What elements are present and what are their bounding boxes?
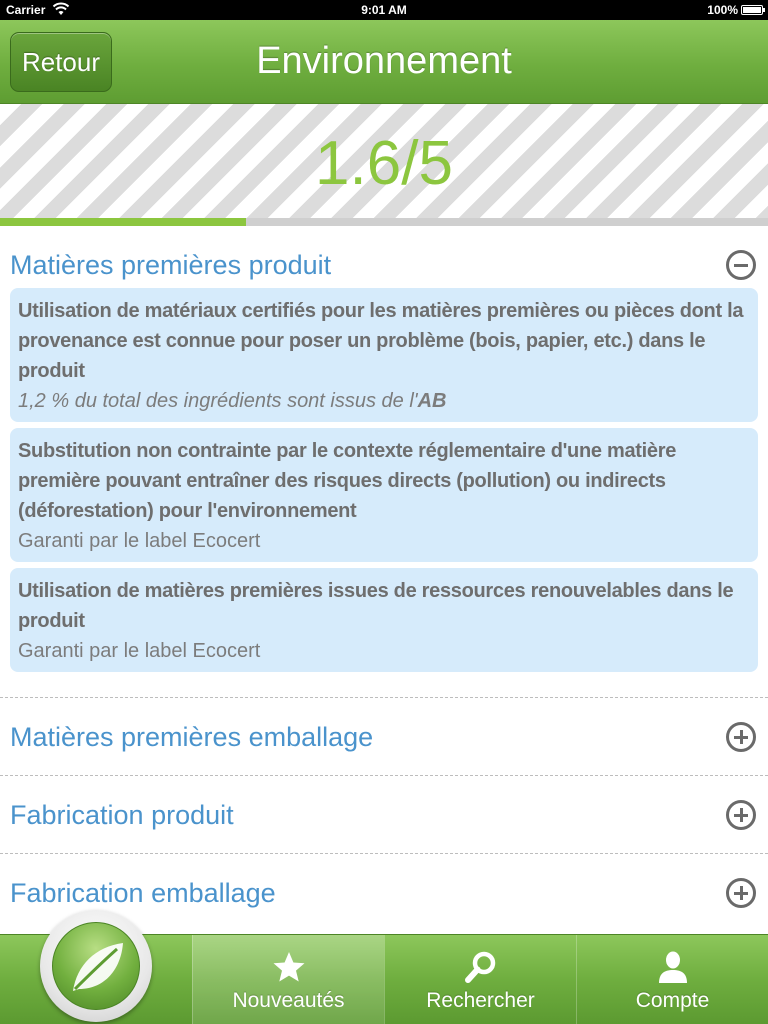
criteria-title: Utilisation de matières premières issues… (18, 580, 734, 632)
leaf-icon (73, 943, 123, 991)
criteria-card: Substitution non contrainte par le conte… (10, 428, 758, 562)
star-icon (273, 952, 304, 982)
criteria-detail: Garanti par le label Ecocert (18, 640, 261, 662)
battery-percent: 100% (707, 3, 738, 17)
criteria-detail: Garanti par le label Ecocert (18, 530, 261, 552)
criteria-title: Substitution non contrainte par le conte… (18, 440, 677, 522)
search-icon (464, 951, 495, 983)
expand-plus-icon[interactable] (726, 800, 756, 830)
score-progress-bar (0, 218, 768, 226)
section-divider (0, 853, 768, 854)
leaf-logo (52, 922, 140, 1010)
section-header-matieres-premieres-produit[interactable]: Matières premières produit (0, 236, 768, 294)
clock: 9:01 AM (361, 3, 407, 17)
section-divider (0, 697, 768, 698)
expand-plus-icon[interactable] (726, 722, 756, 752)
criteria-detail-text: 1,2 % du total des ingrédients sont issu… (18, 390, 418, 412)
section-header-fabrication-produit[interactable]: Fabrication produit (0, 786, 768, 844)
criteria-detail: 1,2 % du total des ingrédients sont issu… (18, 386, 750, 416)
criteria-detail-label: AB (417, 390, 447, 412)
tab-label: Nouveautés (232, 989, 345, 1012)
user-icon (658, 951, 687, 983)
section-title: Fabrication produit (10, 800, 234, 830)
criteria-card: Utilisation de matériaux certifiés pour … (10, 288, 758, 422)
section-divider (0, 775, 768, 776)
tab-rechercher[interactable]: Rechercher (384, 935, 576, 1024)
tab-compte[interactable]: Compte (576, 935, 768, 1024)
score-header: 1.6/5 (0, 104, 768, 218)
score-progress-fill (0, 218, 246, 226)
criteria-card: Utilisation de matières premières issues… (10, 568, 758, 672)
collapse-minus-icon[interactable] (726, 250, 756, 280)
page-title: Environnement (256, 40, 512, 82)
score-value: 1.6/5 (315, 129, 453, 198)
tab-label: Rechercher (426, 989, 535, 1012)
tab-nouveautes[interactable]: Nouveautés (192, 935, 384, 1024)
navigation-bar: Retour Environnement (0, 20, 768, 104)
tab-label: Compte (635, 989, 710, 1012)
criteria-title: Utilisation de matériaux certifiés pour … (18, 300, 744, 382)
battery-icon (741, 5, 765, 15)
section-title: Fabrication emballage (10, 878, 276, 908)
section-title: Matières premières produit (10, 250, 332, 280)
home-logo-button[interactable] (40, 910, 152, 1022)
status-bar: Carrier 9:01 AM 100% (0, 0, 768, 20)
section-title: Matières premières emballage (10, 722, 374, 752)
expand-plus-icon[interactable] (726, 878, 756, 908)
section-header-matieres-premieres-emballage[interactable]: Matières premières emballage (0, 708, 768, 766)
